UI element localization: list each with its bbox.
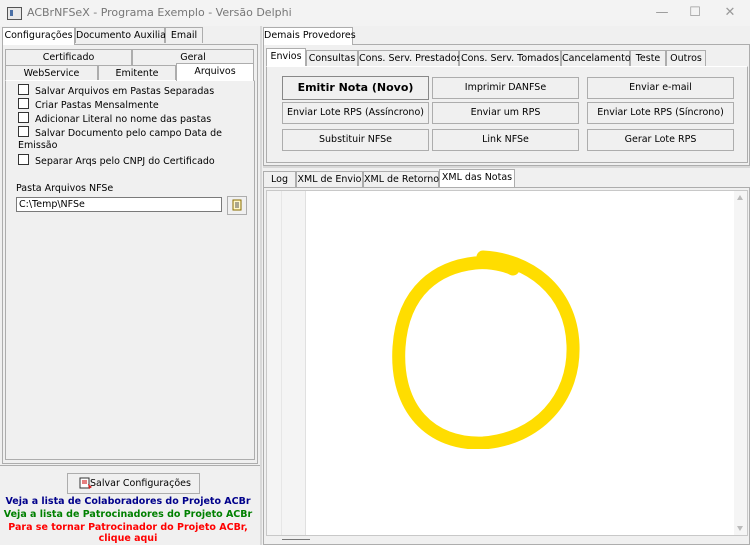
- divider: [0, 465, 260, 466]
- vertical-scrollbar[interactable]: [734, 191, 747, 535]
- tab-cancelamento[interactable]: Cancelamento: [561, 50, 631, 66]
- line-gutter: [267, 191, 306, 535]
- tab-webservice[interactable]: WebService: [5, 65, 98, 81]
- enviar-lote-rps-assincrono-button[interactable]: Enviar Lote RPS (Assíncrono): [282, 102, 429, 124]
- scroll-down-icon[interactable]: [737, 526, 743, 531]
- close-button[interactable]: ✕: [715, 3, 745, 23]
- tab-arquivos[interactable]: Arquivos: [176, 63, 254, 81]
- checkbox-box[interactable]: [18, 154, 29, 165]
- yellow-circle-annotation: [392, 250, 580, 449]
- tab-configuracoes[interactable]: Configurações: [2, 27, 75, 45]
- checkbox-box[interactable]: [18, 112, 29, 123]
- checkbox-pastas-mensalmente[interactable]: Criar Pastas Mensalmente: [18, 98, 159, 111]
- substituir-nfse-button[interactable]: Substituir NFSe: [282, 129, 429, 151]
- checkbox-data-emissao[interactable]: Salvar Documento pelo campo Data de Emis…: [18, 126, 254, 151]
- tab-email[interactable]: Email: [165, 27, 203, 43]
- link-patrocinadores[interactable]: Veja a lista de Patrocinadores do Projet…: [0, 509, 256, 521]
- checkbox-label: Salvar Arquivos em Pastas Separadas: [35, 86, 215, 97]
- horizontal-scroll-thumb[interactable]: [282, 539, 310, 540]
- checkbox-label: Salvar Documento pelo campo Data de Emis…: [18, 128, 222, 151]
- xml-notas-panel: [263, 187, 750, 545]
- tab-cons-serv-tomados[interactable]: Cons. Serv. Tomados: [459, 50, 561, 66]
- tab-xml-envio[interactable]: XML de Envio: [296, 171, 363, 187]
- save-config-label: Salvar Configurações: [90, 478, 191, 489]
- horizontal-splitter[interactable]: [263, 166, 750, 168]
- enviar-um-rps-button[interactable]: Enviar um RPS: [432, 102, 579, 124]
- imprimir-danfse-button[interactable]: Imprimir DANFSe: [432, 77, 579, 99]
- scroll-up-icon[interactable]: [737, 195, 743, 200]
- folder-browse-icon: [232, 199, 242, 211]
- left-top-tabs: Configurações Documento Auxiliar Email: [2, 27, 258, 45]
- checkbox-label: Separar Arqs pelo CNPJ do Certificado: [35, 156, 215, 167]
- checkbox-box[interactable]: [18, 84, 29, 95]
- link-colaboradores[interactable]: Veja a lista de Colaboradores do Projeto…: [0, 496, 256, 508]
- pasta-arquivos-label: Pasta Arquivos NFSe: [16, 183, 114, 194]
- splitter[interactable]: [260, 26, 262, 545]
- checkbox-box[interactable]: [18, 98, 29, 109]
- config-panel: Certificado Geral WebService Emitente Ar…: [2, 44, 258, 464]
- tab-xml-retorno[interactable]: XML de Retorno: [363, 171, 439, 187]
- envios-panel: Emitir Nota (Novo) Imprimir DANFSe Envia…: [266, 66, 748, 163]
- tab-demais-provedores[interactable]: Demais Provedores: [263, 27, 356, 45]
- checkbox-literal-nome-pastas[interactable]: Adicionar Literal no nome das pastas: [18, 112, 211, 125]
- checkbox-box[interactable]: [18, 126, 29, 137]
- tab-documento-auxiliar[interactable]: Documento Auxiliar: [75, 27, 170, 43]
- enviar-lote-rps-sincrono-button[interactable]: Enviar Lote RPS (Síncrono): [587, 102, 734, 124]
- enviar-email-button[interactable]: Enviar e-mail: [587, 77, 734, 99]
- gerar-lote-rps-button[interactable]: Gerar Lote RPS: [587, 129, 734, 151]
- tab-teste[interactable]: Teste: [630, 50, 666, 66]
- save-config-icon: [79, 477, 92, 489]
- xml-viewer[interactable]: [266, 190, 748, 536]
- checkbox-separar-cnpj[interactable]: Separar Arqs pelo CNPJ do Certificado: [18, 154, 215, 167]
- checkbox-label: Adicionar Literal no nome das pastas: [35, 114, 212, 125]
- tab-envios[interactable]: Envios: [266, 48, 306, 66]
- checkbox-pastas-separadas[interactable]: Salvar Arquivos em Pastas Separadas: [18, 84, 214, 97]
- tab-log[interactable]: Log: [263, 171, 296, 187]
- checkbox-label: Criar Pastas Mensalmente: [35, 100, 159, 111]
- app-icon: [7, 7, 22, 20]
- tab-cons-serv-prestados[interactable]: Cons. Serv. Prestados: [358, 50, 462, 66]
- tab-outros[interactable]: Outros: [666, 50, 706, 66]
- save-config-button[interactable]: Salvar Configurações: [67, 473, 200, 494]
- tab-certificado[interactable]: Certificado: [5, 49, 132, 65]
- pasta-arquivos-input[interactable]: C:\Temp\NFSe: [16, 197, 222, 212]
- title-bar: ACBrNFSeX - Programa Exemplo - Versão De…: [0, 0, 750, 26]
- emitir-nota-button[interactable]: Emitir Nota (Novo): [282, 76, 429, 100]
- minimize-button[interactable]: —: [647, 3, 677, 23]
- browse-folder-button[interactable]: [227, 196, 247, 215]
- link-nfse-button[interactable]: Link NFSe: [432, 129, 579, 151]
- link-patrocinador-line2[interactable]: clique aqui: [0, 533, 256, 545]
- provider-panel: Envios Consultas Cons. Serv. Prestados C…: [263, 44, 750, 166]
- gutter-divider: [281, 191, 282, 535]
- tab-emitente[interactable]: Emitente: [98, 65, 176, 81]
- tab-consultas[interactable]: Consultas: [306, 50, 358, 66]
- arquivos-panel: Salvar Arquivos em Pastas Separadas Cria…: [5, 80, 255, 460]
- maximize-button[interactable]: ☐: [680, 3, 710, 23]
- tab-xml-notas[interactable]: XML das Notas: [439, 169, 515, 187]
- window-title: ACBrNFSeX - Programa Exemplo - Versão De…: [27, 6, 292, 19]
